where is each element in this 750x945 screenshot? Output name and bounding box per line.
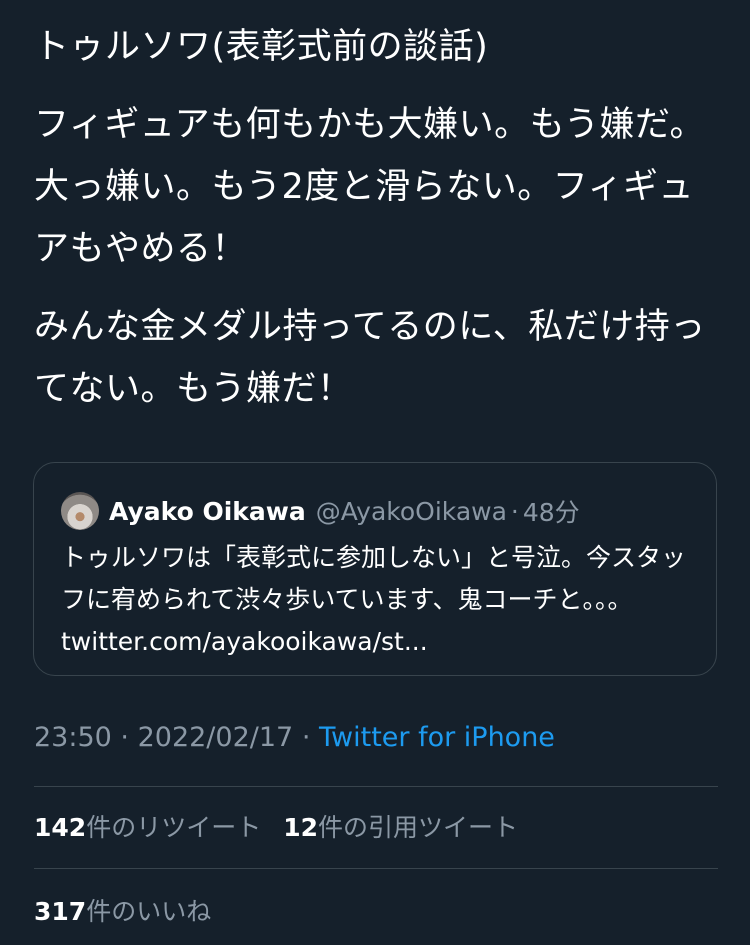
likes-label: 件のいいね bbox=[86, 897, 212, 926]
divider bbox=[34, 868, 718, 869]
retweets-count: 142 bbox=[34, 813, 87, 842]
engagement-stats: 142件のリツイート 12件の引用ツイート bbox=[34, 808, 518, 844]
quote-tweets-count: 12 bbox=[283, 813, 318, 842]
quoted-author-handle[interactable]: @AyakoOikawa bbox=[316, 497, 507, 526]
tweet-time[interactable]: 23:50 bbox=[34, 722, 112, 753]
tweet-metadata: 23:50 · 2022/02/17 · Twitter for iPhone bbox=[34, 722, 555, 753]
retweets-label: 件のリツイート bbox=[86, 813, 262, 842]
likes-stats: 317件のいいね bbox=[34, 892, 211, 928]
quoted-tweet-header: Ayako Oikawa @AyakoOikawa · 48分 bbox=[61, 490, 580, 532]
tweet-paragraph-2: フィギュアも何もかも大嫌い。もう嫌だ。大っ嫌い。もう2度と滑らない。フィギュアも… bbox=[34, 105, 706, 269]
quoted-tweet-time[interactable]: 48分 bbox=[523, 493, 580, 529]
tweet-paragraph-3: みんな金メダル持ってるのに、私だけ持ってない。もう嫌だ！ bbox=[34, 307, 706, 409]
likes-count: 317 bbox=[34, 897, 87, 926]
likes-link[interactable]: 317件のいいね bbox=[34, 897, 211, 926]
avatar[interactable] bbox=[61, 492, 99, 530]
quoted-tweet-card[interactable]: Ayako Oikawa @AyakoOikawa · 48分 トゥルソワは「表… bbox=[33, 462, 717, 676]
tweet-paragraph-1: トゥルソワ(表彰式前の談話) bbox=[34, 27, 489, 67]
tweet-date[interactable]: 2022/02/17 bbox=[138, 722, 294, 753]
separator-dot: · bbox=[301, 722, 311, 753]
separator-dot: · bbox=[510, 496, 519, 526]
quote-tweets-link[interactable]: 12件の引用ツイート bbox=[283, 813, 518, 842]
retweets-link[interactable]: 142件のリツイート bbox=[34, 813, 261, 842]
divider bbox=[34, 786, 718, 787]
separator-dot: · bbox=[120, 722, 129, 753]
quoted-tweet-body: トゥルソワは「表彰式に参加しない」と号泣。今スタッフに宥められて渋々歩いています… bbox=[61, 543, 687, 656]
quote-tweets-label: 件の引用ツイート bbox=[318, 813, 519, 842]
quoted-author-name[interactable]: Ayako Oikawa bbox=[109, 497, 306, 526]
tweet-source-link[interactable]: Twitter for iPhone bbox=[319, 722, 555, 753]
